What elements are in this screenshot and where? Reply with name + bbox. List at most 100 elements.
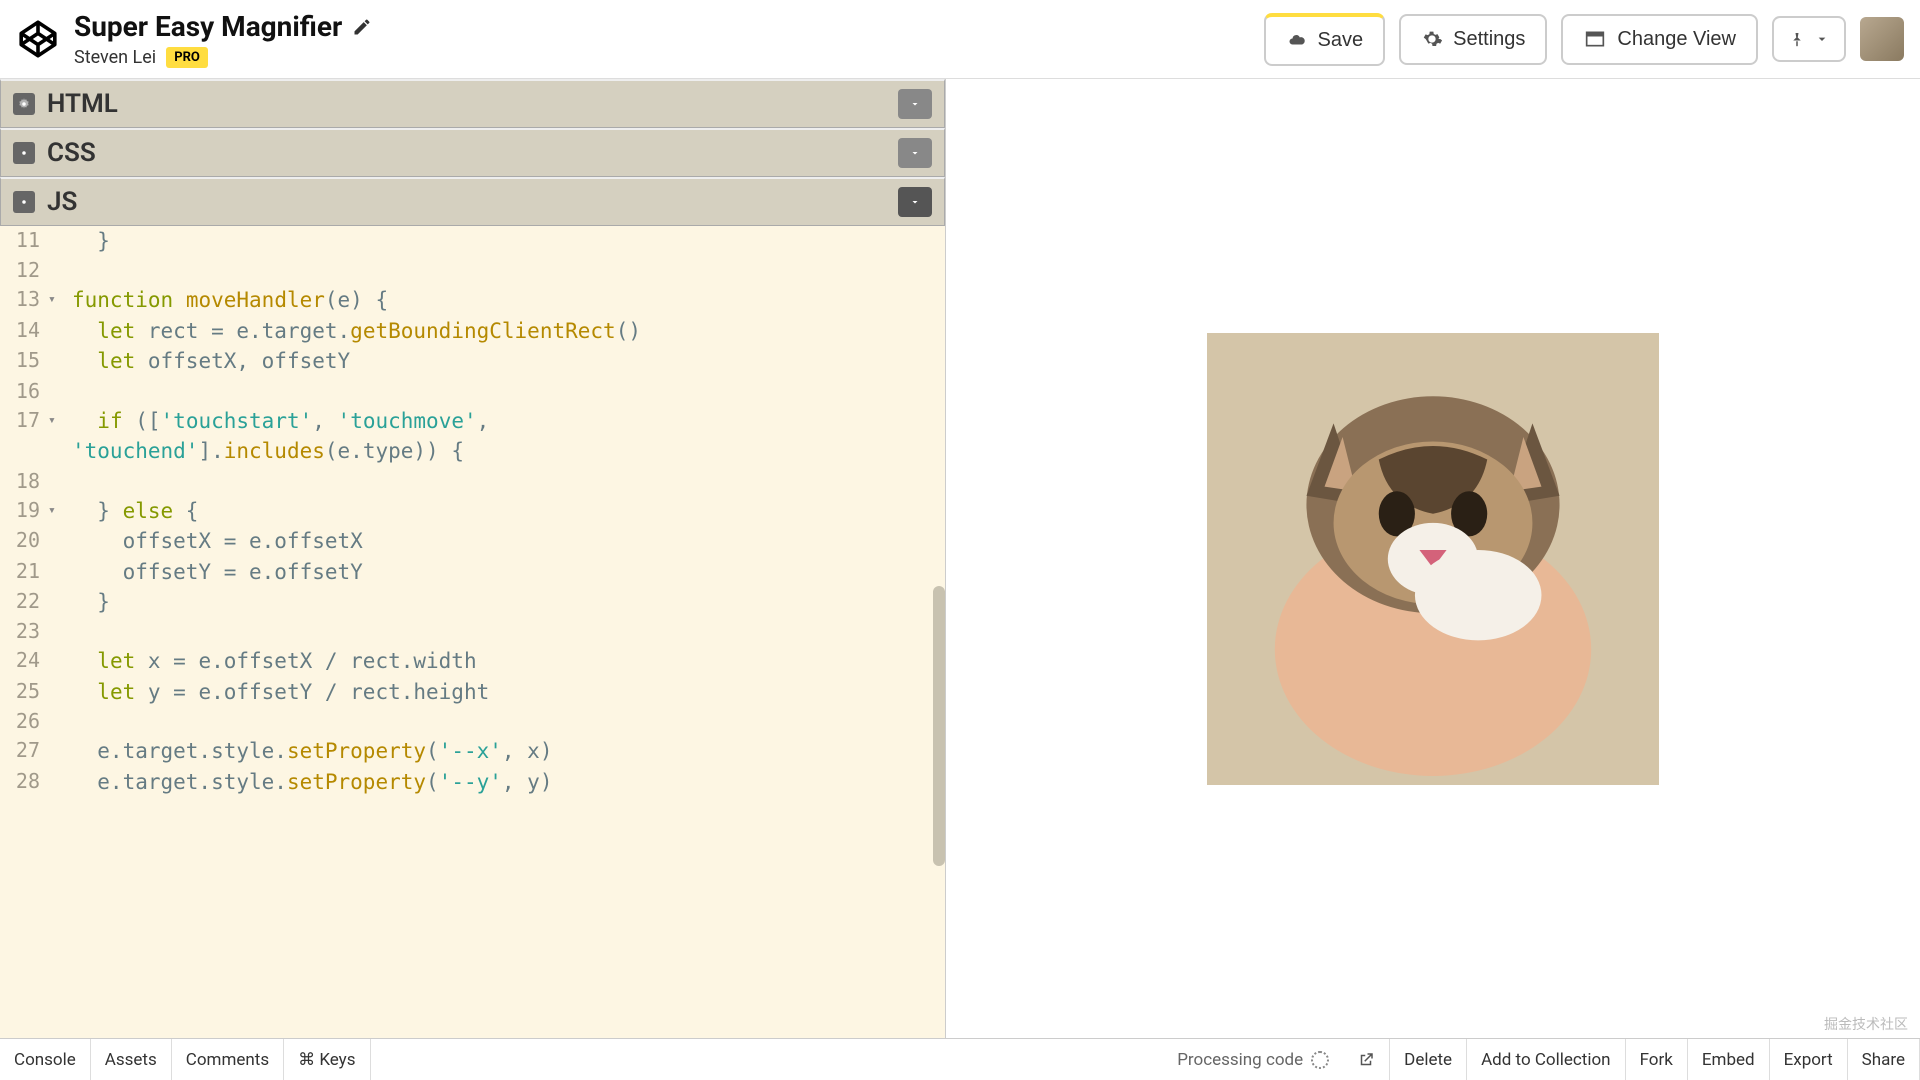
fold-toggle bbox=[48, 316, 68, 346]
code-text[interactable] bbox=[68, 617, 945, 646]
fold-toggle bbox=[48, 677, 68, 707]
embed-button[interactable]: Embed bbox=[1688, 1039, 1770, 1080]
js-collapse-toggle[interactable] bbox=[898, 187, 932, 217]
popout-button[interactable] bbox=[1343, 1039, 1390, 1080]
code-line[interactable]: 13▾function moveHandler(e) { bbox=[0, 285, 945, 315]
gear-icon bbox=[1421, 28, 1443, 50]
fold-toggle[interactable]: ▾ bbox=[48, 285, 68, 315]
code-line[interactable]: 20 offsetX = e.offsetX bbox=[0, 526, 945, 556]
comments-button[interactable]: Comments bbox=[172, 1039, 284, 1080]
change-view-label: Change View bbox=[1617, 28, 1736, 51]
pen-meta: Steven Lei PRO bbox=[74, 47, 1250, 68]
code-text[interactable]: let x = e.offsetX / rect.width bbox=[68, 646, 945, 676]
code-text[interactable]: if (['touchstart', 'touchmove', bbox=[68, 406, 945, 436]
code-line[interactable]: 26 bbox=[0, 707, 945, 736]
code-line[interactable]: 25 let y = e.offsetY / rect.height bbox=[0, 677, 945, 707]
code-text[interactable]: offsetY = e.offsetY bbox=[68, 557, 945, 587]
code-text[interactable]: offsetX = e.offsetX bbox=[68, 526, 945, 556]
code-line[interactable]: 14 let rect = e.target.getBoundingClient… bbox=[0, 316, 945, 346]
assets-button[interactable]: Assets bbox=[91, 1039, 172, 1080]
pen-title-text: Super Easy Magnifier bbox=[74, 10, 342, 43]
code-text[interactable]: } bbox=[68, 226, 945, 256]
js-code-editor[interactable]: 11 }1213▾function moveHandler(e) {14 let… bbox=[0, 226, 945, 1038]
export-button[interactable]: Export bbox=[1770, 1039, 1848, 1080]
code-line[interactable]: 19▾ } else { bbox=[0, 496, 945, 526]
code-text[interactable]: let rect = e.target.getBoundingClientRec… bbox=[68, 316, 945, 346]
code-line[interactable]: 15 let offsetX, offsetY bbox=[0, 346, 945, 376]
code-line[interactable]: 21 offsetY = e.offsetY bbox=[0, 557, 945, 587]
css-collapse-toggle[interactable] bbox=[898, 138, 932, 168]
pen-title[interactable]: Super Easy Magnifier bbox=[74, 10, 1250, 43]
html-panel-header[interactable]: HTML bbox=[0, 79, 945, 128]
code-line[interactable]: 'touchend'].includes(e.type)) { bbox=[0, 436, 945, 466]
keys-button[interactable]: ⌘ Keys bbox=[284, 1039, 370, 1080]
line-number: 27 bbox=[0, 736, 48, 766]
line-number: 14 bbox=[0, 316, 48, 346]
fold-toggle[interactable]: ▾ bbox=[48, 496, 68, 526]
code-text[interactable]: e.target.style.setProperty('--y', y) bbox=[68, 767, 945, 797]
code-text[interactable] bbox=[68, 707, 945, 736]
code-text[interactable] bbox=[68, 377, 945, 406]
code-text[interactable]: } bbox=[68, 587, 945, 617]
css-panel-header[interactable]: CSS bbox=[0, 128, 945, 177]
console-button[interactable]: Console bbox=[0, 1039, 91, 1080]
code-line[interactable]: 22 } bbox=[0, 587, 945, 617]
add-collection-button[interactable]: Add to Collection bbox=[1467, 1039, 1626, 1080]
footer-spacer bbox=[371, 1039, 1164, 1080]
author-name[interactable]: Steven Lei bbox=[74, 47, 156, 68]
fold-toggle[interactable]: ▾ bbox=[48, 406, 68, 436]
code-line[interactable]: 28 e.target.style.setProperty('--y', y) bbox=[0, 767, 945, 797]
code-line[interactable]: 18 bbox=[0, 467, 945, 496]
share-button[interactable]: Share bbox=[1848, 1039, 1920, 1080]
fold-toggle bbox=[48, 557, 68, 587]
code-line[interactable]: 24 let x = e.offsetX / rect.width bbox=[0, 646, 945, 676]
watermark: 掘金技术社区 bbox=[1824, 1014, 1908, 1034]
line-number: 28 bbox=[0, 767, 48, 797]
line-number: 24 bbox=[0, 646, 48, 676]
code-text[interactable]: e.target.style.setProperty('--x', x) bbox=[68, 736, 945, 766]
css-settings-icon[interactable] bbox=[13, 142, 35, 164]
code-line[interactable]: 11 } bbox=[0, 226, 945, 256]
js-settings-icon[interactable] bbox=[13, 191, 35, 213]
line-number: 17 bbox=[0, 406, 48, 436]
external-link-icon bbox=[1357, 1051, 1375, 1069]
spinner-icon bbox=[1311, 1051, 1329, 1069]
code-line[interactable]: 12 bbox=[0, 256, 945, 285]
save-button[interactable]: Save bbox=[1264, 13, 1386, 66]
pin-menu[interactable] bbox=[1772, 16, 1846, 62]
fold-toggle bbox=[48, 736, 68, 766]
code-text[interactable] bbox=[68, 256, 945, 285]
line-number: 23 bbox=[0, 617, 48, 646]
change-view-button[interactable]: Change View bbox=[1561, 14, 1758, 65]
html-settings-icon[interactable] bbox=[13, 93, 35, 115]
codepen-logo[interactable] bbox=[16, 17, 60, 61]
code-text[interactable]: function moveHandler(e) { bbox=[68, 285, 945, 315]
line-number: 12 bbox=[0, 256, 48, 285]
code-text[interactable]: let offsetX, offsetY bbox=[68, 346, 945, 376]
avatar[interactable] bbox=[1860, 17, 1904, 61]
settings-label: Settings bbox=[1453, 28, 1525, 51]
code-line[interactable]: 17▾ if (['touchstart', 'touchmove', bbox=[0, 406, 945, 436]
fold-toggle bbox=[48, 467, 68, 496]
fork-button[interactable]: Fork bbox=[1626, 1039, 1688, 1080]
editor-scrollbar[interactable] bbox=[933, 586, 945, 866]
line-number: 21 bbox=[0, 557, 48, 587]
save-label: Save bbox=[1318, 29, 1364, 52]
preview-image[interactable] bbox=[1207, 333, 1659, 785]
gear-icon bbox=[17, 97, 31, 111]
js-panel-header[interactable]: JS bbox=[0, 177, 945, 226]
delete-button[interactable]: Delete bbox=[1390, 1039, 1467, 1080]
code-text[interactable]: let y = e.offsetY / rect.height bbox=[68, 677, 945, 707]
code-line[interactable]: 23 bbox=[0, 617, 945, 646]
code-text[interactable]: } else { bbox=[68, 496, 945, 526]
html-collapse-toggle[interactable] bbox=[898, 89, 932, 119]
edit-icon[interactable] bbox=[352, 17, 372, 37]
code-line[interactable]: 27 e.target.style.setProperty('--x', x) bbox=[0, 736, 945, 766]
code-text[interactable] bbox=[68, 467, 945, 496]
code-text[interactable]: 'touchend'].includes(e.type)) { bbox=[68, 436, 945, 466]
code-line[interactable]: 16 bbox=[0, 377, 945, 406]
pin-icon bbox=[1788, 28, 1806, 50]
chevron-down-icon bbox=[1814, 31, 1830, 47]
settings-button[interactable]: Settings bbox=[1399, 14, 1547, 65]
html-panel-title: HTML bbox=[47, 89, 886, 119]
